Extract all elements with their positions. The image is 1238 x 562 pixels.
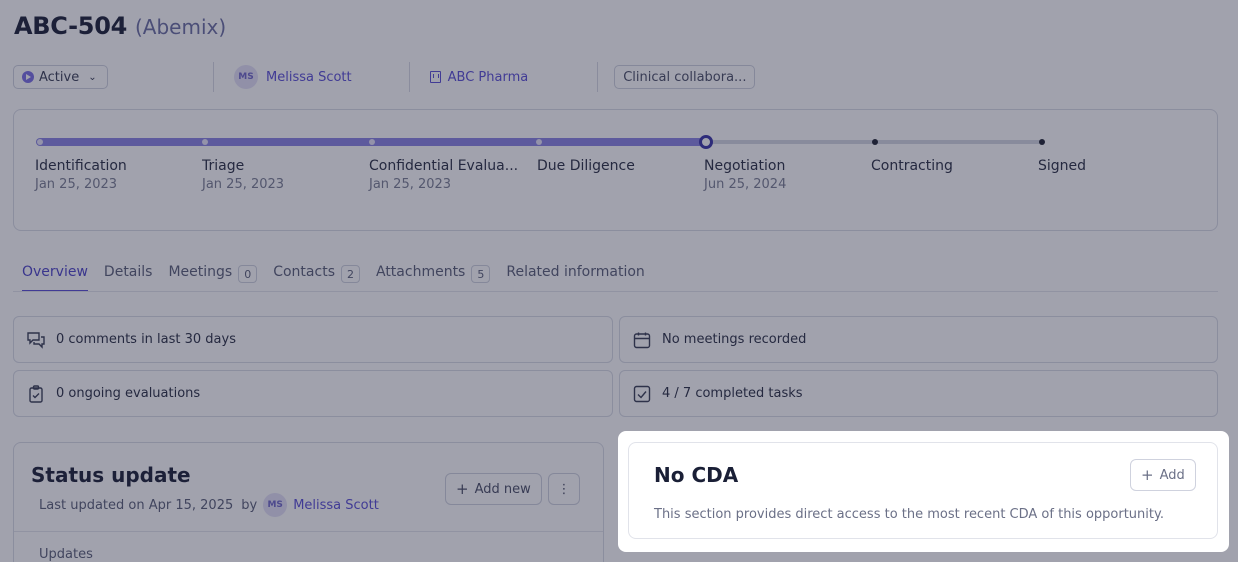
add-cda-button[interactable]: + Add bbox=[1130, 459, 1196, 491]
cda-description: This section provides direct access to t… bbox=[654, 507, 1164, 522]
add-cda-label: Add bbox=[1159, 467, 1185, 483]
cda-card: No CDA + Add This section provides direc… bbox=[628, 442, 1218, 539]
cda-title: No CDA bbox=[654, 463, 739, 487]
plus-icon: + bbox=[1141, 466, 1154, 484]
cda-highlight: No CDA + Add This section provides direc… bbox=[618, 431, 1229, 552]
